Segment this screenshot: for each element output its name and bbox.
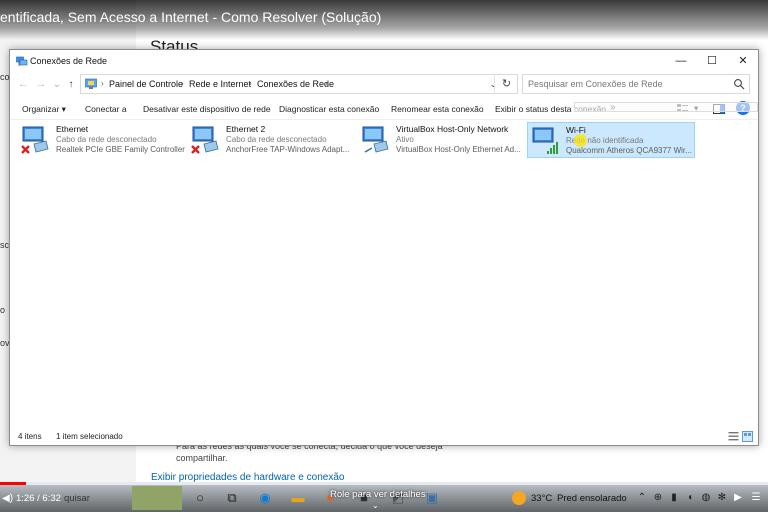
play-icon[interactable]: ▶ — [732, 492, 744, 504]
video-time: 1:26 / 6:32 — [16, 493, 61, 504]
title-bar[interactable]: Conexões de Rede — ☐ ✕ — [10, 50, 758, 72]
organize-button[interactable]: Organizar ▾ — [22, 104, 66, 115]
adapter-name: Ethernet 2 — [226, 124, 266, 134]
selection-count: 1 item selecionado — [56, 432, 123, 441]
breadcrumb-network-internet[interactable]: Rede e Internet — [189, 79, 251, 89]
chevron-right-icon: › — [325, 79, 328, 88]
item-count: 4 itens — [18, 432, 42, 441]
volume-icon[interactable]: ◀) — [2, 493, 13, 504]
forward-arrow-icon[interactable]: → — [34, 77, 48, 93]
details-view-icon[interactable] — [728, 431, 739, 442]
network-tray-icon[interactable]: ⊕ — [652, 492, 664, 504]
breadcrumb-control-panel[interactable]: Painel de Controle — [109, 79, 183, 89]
network-folder-icon — [16, 56, 28, 66]
video-title[interactable]: entificada, Sem Acesso a Internet - Como… — [0, 9, 381, 25]
adapter-list: Ethernet Cabo da rede desconectado Realt… — [10, 120, 758, 426]
status-bar: 4 itens 1 item selecionado — [10, 428, 758, 446]
close-button[interactable]: ✕ — [728, 50, 758, 72]
tooltip — [574, 102, 758, 112]
chevron-right-icon: › — [249, 79, 252, 88]
control-panel-icon — [85, 78, 97, 89]
chevron-right-icon: › — [181, 79, 184, 88]
adapter-item-ethernet[interactable]: Ethernet Cabo da rede desconectado Realt… — [18, 122, 186, 158]
search-input[interactable]: Pesquisar em Conexões de Rede — [522, 74, 750, 94]
wifi-adapter-icon — [532, 127, 558, 154]
adapter-item-wifi[interactable]: Wi-Fi Rede não identificada Qualcomm Ath… — [527, 122, 695, 158]
globe-icon[interactable]: ◍ — [700, 492, 712, 504]
network-adapter-icon — [362, 126, 389, 153]
weather-temperature[interactable]: 33°C — [531, 493, 552, 504]
taskbar-search-thumbnail[interactable] — [132, 486, 182, 510]
cortana-icon[interactable]: ○ — [192, 490, 208, 506]
menu-icon[interactable]: ☰ — [750, 492, 762, 504]
recent-dropdown-icon[interactable]: ⌄ — [50, 77, 64, 93]
speaker-icon[interactable]: ◖ — [684, 492, 696, 504]
network-adapter-icon — [21, 126, 49, 154]
window-title: Conexões de Rede — [30, 56, 108, 66]
app-icon[interactable]: ▣ — [424, 490, 440, 506]
adapter-item-virtualbox[interactable]: VirtualBox Host-Only Network Ativo Virtu… — [358, 122, 526, 158]
adapter-device: Realtek PCIe GBE Family Controller — [56, 145, 185, 154]
adapter-device: Qualcomm Atheros QCA9377 Wir... — [566, 146, 692, 155]
chevron-right-icon: › — [101, 79, 104, 88]
chevron-down-icon: ⌄ — [372, 501, 379, 510]
battery-icon[interactable]: ▮ — [668, 492, 680, 504]
chevron-up-icon[interactable]: ⌃ — [636, 492, 648, 504]
weather-sun-icon — [512, 491, 526, 505]
breadcrumb-network-connections[interactable]: Conexões de Rede — [257, 79, 334, 89]
sidebar-fragment: o — [0, 305, 6, 315]
weather-description[interactable]: Pred ensolarado — [557, 493, 627, 504]
diagnose-button[interactable]: Diagnosticar esta conexão — [279, 104, 379, 114]
task-view-icon[interactable]: ⧉ — [224, 490, 240, 506]
adapter-device: VirtualBox Host-Only Ethernet Ad... — [396, 145, 521, 154]
up-arrow-icon[interactable]: ↑ — [64, 77, 78, 93]
cursor-highlight — [574, 134, 587, 147]
adapter-status: Cabo da rede desconectado — [56, 135, 157, 144]
back-arrow-icon[interactable]: ← — [16, 77, 30, 93]
sidebar-fragment: sc — [0, 240, 9, 250]
minimize-button[interactable]: — — [666, 50, 696, 72]
edge-icon[interactable]: ◉ — [257, 490, 273, 506]
tiles-view-icon[interactable] — [742, 431, 753, 442]
scroll-hint: Role para ver detalhes — [330, 489, 426, 500]
network-adapter-icon — [191, 126, 219, 154]
search-placeholder: Pesquisar em Conexões de Rede — [528, 79, 663, 89]
file-explorer-icon[interactable]: ▬ — [290, 490, 306, 506]
refresh-icon[interactable]: ↻ — [494, 74, 518, 94]
adapter-status: Ativo — [396, 135, 414, 144]
rename-button[interactable]: Renomear esta conexão — [391, 104, 484, 114]
adapter-status: Cabo da rede desconectado — [226, 135, 327, 144]
address-bar[interactable]: › Painel de Controle › Rede e Internet ›… — [80, 74, 518, 94]
maximize-button[interactable]: ☐ — [697, 50, 727, 72]
adapter-item-ethernet-2[interactable]: Ethernet 2 Cabo da rede desconectado Anc… — [188, 122, 356, 158]
adapter-name: VirtualBox Host-Only Network — [396, 124, 509, 134]
adapter-device: AnchorFree TAP-Windows Adapt... — [226, 145, 350, 154]
disable-device-button[interactable]: Desativar este dispositivo de rede — [143, 104, 271, 114]
taskbar-search-text[interactable]: quisar — [64, 493, 90, 504]
adapter-name: Ethernet — [56, 124, 89, 134]
settings-gear-icon[interactable]: ✻ — [716, 492, 728, 504]
address-row: ← → ⌄ ↑ › Painel de Controle › Rede e In… — [10, 72, 758, 98]
search-icon[interactable] — [733, 78, 745, 90]
connect-to-button[interactable]: Conectar a — [85, 104, 127, 114]
